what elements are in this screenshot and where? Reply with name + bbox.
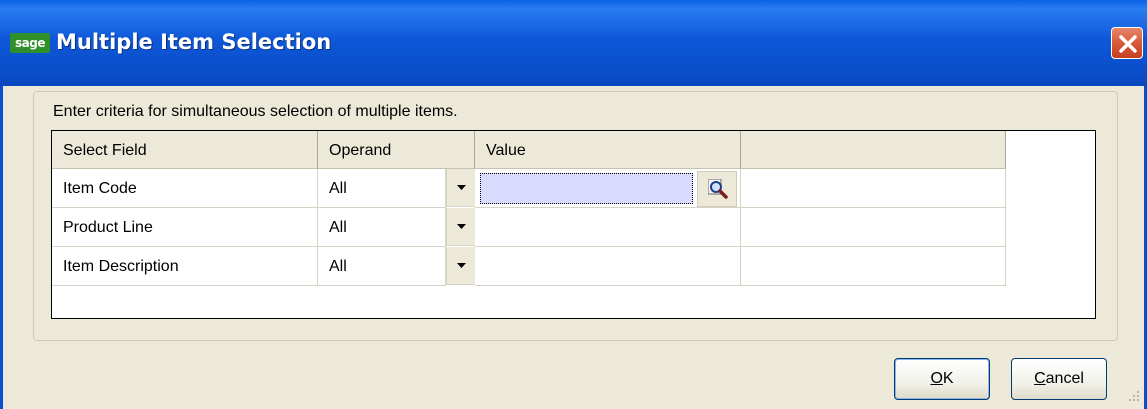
chevron-down-icon [457, 185, 466, 190]
instruction-text: Enter criteria for simultaneous selectio… [53, 103, 458, 120]
cancel-button[interactable]: Cancel [1011, 358, 1107, 400]
row-field-item-code[interactable]: Item Code [52, 169, 318, 208]
lookup-button[interactable] [697, 171, 737, 207]
criteria-grid[interactable]: Select Field Operand Value Item Code All… [51, 130, 1096, 319]
cancel-label-rest: ancel [1045, 370, 1084, 387]
magnifier-lookup-icon [708, 179, 728, 199]
operand-dropdown-button[interactable] [446, 208, 475, 246]
chevron-down-icon [457, 224, 466, 229]
close-button[interactable] [1111, 27, 1143, 59]
row-extra-cell [741, 247, 1006, 286]
row-operand-item-description[interactable]: All [318, 247, 446, 286]
row-operand-item-code[interactable]: All [318, 169, 446, 208]
resize-grip-icon[interactable] [1127, 389, 1141, 403]
value-input-item-code[interactable] [480, 173, 693, 204]
close-icon [1119, 35, 1137, 53]
row-field-product-line[interactable]: Product Line [52, 208, 318, 247]
row-value-item-description[interactable] [475, 247, 741, 286]
sage-logo-icon: sage [10, 33, 50, 53]
cancel-mnemonic: C [1034, 370, 1046, 387]
column-header-value[interactable]: Value [475, 131, 741, 169]
column-header-select-field[interactable]: Select Field [52, 131, 318, 169]
operand-dropdown-button[interactable] [446, 247, 475, 285]
window-title: Multiple Item Selection [56, 30, 332, 54]
title-bar[interactable]: sage Multiple Item Selection [0, 0, 1147, 86]
ok-label-rest: K [942, 370, 954, 387]
row-value-product-line[interactable] [475, 208, 741, 247]
row-extra-cell [741, 169, 1006, 208]
window-frame-left [0, 86, 3, 409]
row-operand-product-line[interactable]: All [318, 208, 446, 247]
column-header-operand[interactable]: Operand [318, 131, 475, 169]
operand-dropdown-button[interactable] [446, 169, 475, 207]
row-field-item-description[interactable]: Item Description [52, 247, 318, 286]
chevron-down-icon [457, 263, 466, 268]
column-header-blank[interactable] [741, 131, 1006, 169]
row-extra-cell [741, 208, 1006, 247]
ok-mnemonic: O [930, 370, 943, 387]
ok-button[interactable]: OK [894, 358, 990, 400]
